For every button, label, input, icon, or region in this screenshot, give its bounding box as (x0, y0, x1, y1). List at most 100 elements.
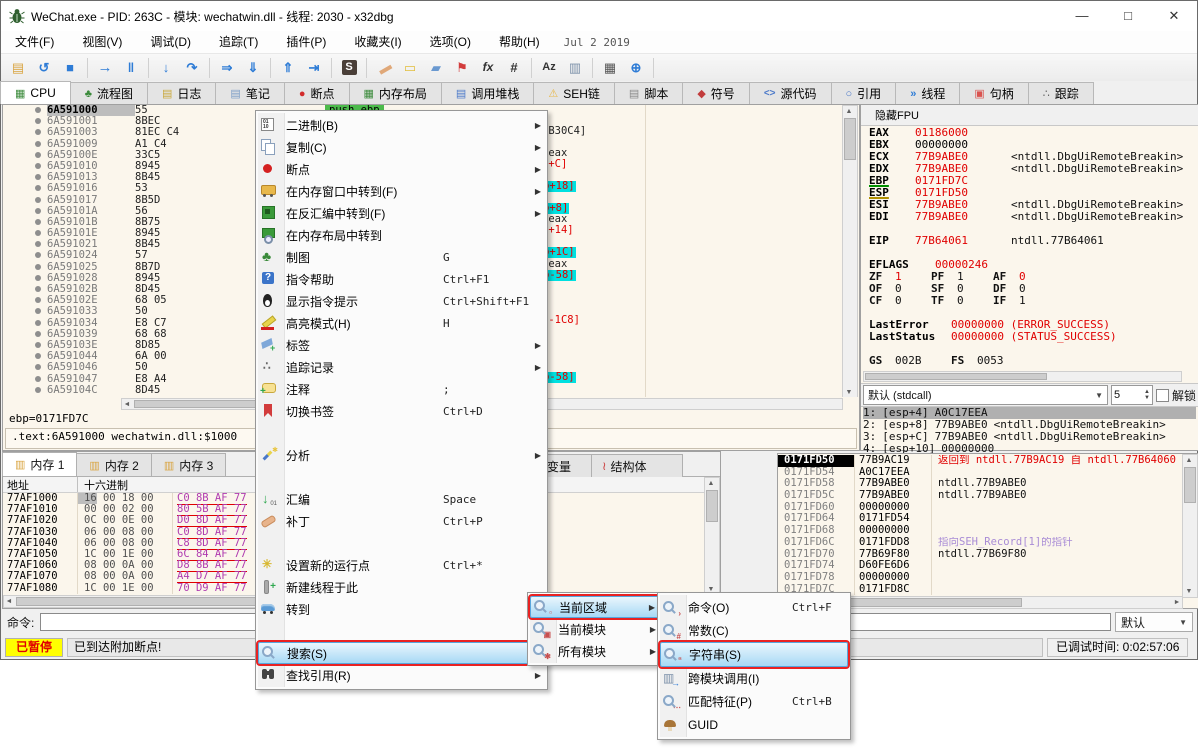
search-command[interactable]: › 命令(O) Ctrl+F (660, 596, 848, 619)
breakpoint-dot[interactable] (35, 129, 41, 135)
bookmark-button[interactable]: ⚑ (453, 59, 471, 77)
breakpoint-dot[interactable] (35, 252, 41, 258)
menubar-item[interactable]: 选项(O) (416, 31, 485, 53)
minimize-button[interactable]: — (1059, 1, 1105, 31)
command-script-select[interactable]: 默认 ▼ (1115, 612, 1193, 632)
tab-memory-map[interactable]: ▦ 内存布局 (349, 82, 442, 104)
menu-follow-in-dump[interactable]: 在内存窗口中转到(F) ▶ (258, 180, 545, 202)
menu-trace-record[interactable]: 追踪记录 ▶ (258, 356, 545, 378)
argument-count-spinner[interactable]: 5 ▲▼ (1111, 385, 1153, 405)
dump-tab-struct[interactable]: ≀ 结构体 (591, 454, 683, 477)
tab-call-stack[interactable]: ▤ 调用堆栈 (441, 82, 534, 104)
checkbox-box[interactable] (1156, 389, 1169, 402)
menubar-item[interactable]: 追踪(T) (205, 31, 272, 53)
stack-row[interactable]: 0171FD74 D60FE6D6 (778, 560, 1183, 572)
tab-script[interactable]: ▤ 脚本 (614, 82, 683, 104)
dump-tab-memory-1[interactable]: ▥ 内存 1 (2, 452, 77, 476)
register-line[interactable]: LastStatus00000000 (STATUS_SUCCESS) (869, 331, 1194, 343)
menu-search[interactable]: 搜索(S) ▶ (258, 642, 545, 664)
breakpoint-dot[interactable] (35, 308, 41, 314)
register-line[interactable]: EDI77B9ABE0<ntdll.DbgUiRemoteBreakin> (869, 211, 1194, 223)
step-out-button[interactable]: ⇓ (244, 59, 262, 77)
breakpoint-dot[interactable] (35, 197, 41, 203)
menu-follow-in-memory-map[interactable]: 在内存布局中转到 (258, 224, 545, 246)
search-intermodular-calls[interactable]: 跨模块调用(I) (660, 667, 848, 690)
breakpoint-dot[interactable] (35, 174, 41, 180)
title-bar[interactable]: WeChat.exe - PID: 263C - 模块: wechatwin.d… (1, 1, 1197, 31)
spinner-arrows-icon[interactable]: ▲▼ (1144, 389, 1150, 401)
menu-patches[interactable]: 补丁 Ctrl+P (258, 510, 545, 532)
tab-cpu[interactable]: ▦ CPU (0, 81, 71, 104)
step-over-button[interactable]: ↷ (183, 59, 201, 77)
register-line[interactable]: CF0TF0IF1 (869, 295, 1194, 307)
breakpoint-dot[interactable] (35, 185, 41, 191)
menu-toggle-bookmark[interactable]: 切换书签 Ctrl+D (258, 400, 545, 422)
dump-tab-memory-3[interactable]: ▥ 内存 3 (151, 453, 226, 476)
breakpoint-dot[interactable] (35, 152, 41, 158)
menu-comment[interactable]: 注释 ; (258, 378, 545, 400)
run-button[interactable]: → (96, 59, 114, 77)
search-pattern[interactable]: ⋯ 匹配特征(P) Ctrl+B (660, 690, 848, 713)
stack-row[interactable]: 0171FD70 77B69F80 ntdll.77B69F80 (778, 549, 1183, 561)
scroll-up-arrow[interactable]: ▲ (1184, 456, 1194, 465)
scroll-left-arrow[interactable]: ◄ (122, 400, 132, 409)
register-line[interactable]: EIP77B64061ntdll.77B64061 (869, 235, 1194, 247)
stack-row[interactable]: 0171FD60 00000000 (778, 502, 1183, 514)
breakpoint-dot[interactable] (35, 219, 41, 225)
register-line[interactable] (869, 247, 1194, 259)
tab-symbols[interactable]: ◆ 符号 (682, 82, 749, 104)
attach-button[interactable]: ⇥ (305, 59, 323, 77)
disasm-vertical-scrollbar[interactable]: ▲ ▼ (842, 105, 858, 397)
maximize-button[interactable]: □ (1105, 1, 1151, 31)
menu-label[interactable]: 标签 ▶ (258, 334, 545, 356)
execute-till-return-button[interactable]: ⇑ (279, 59, 297, 77)
scroll-down-arrow[interactable]: ▼ (844, 388, 854, 397)
menu-help-on-mnemonic[interactable]: 指令帮助 Ctrl+F1 (258, 268, 545, 290)
open-file-button[interactable]: ▤ (9, 59, 27, 77)
breakpoint-dot[interactable] (35, 264, 41, 270)
scroll-up-arrow[interactable]: ▲ (706, 479, 716, 488)
register-line[interactable]: EFLAGS00000246 (869, 259, 1194, 271)
stack-row[interactable]: 0171FD6C 0171FDD8 指向SEH_Record[1]的指针 (778, 537, 1183, 549)
scroll-up-arrow[interactable]: ▲ (844, 107, 854, 116)
menubar-item[interactable]: 文件(F) (1, 31, 68, 53)
menu-graph[interactable]: 制图 G (258, 246, 545, 268)
menu-set-new-origin[interactable]: 设置新的运行点 Ctrl+* (258, 554, 545, 576)
breakpoint-dot[interactable] (35, 297, 41, 303)
menu-create-new-thread[interactable]: 新建线程于此 (258, 576, 545, 598)
globe-button[interactable]: ⊕ (627, 59, 645, 77)
search-strings[interactable]: “ 字符串(S) (660, 642, 848, 667)
tab-seh[interactable]: ⚠ SEH链 (533, 82, 615, 104)
menu-highlighting-mode[interactable]: 高亮模式(H) H (258, 312, 545, 334)
register-line[interactable]: GS002BFS0053 (869, 355, 1194, 367)
scroll-right-arrow[interactable]: ► (1172, 598, 1182, 607)
menubar-item[interactable]: 插件(P) (272, 31, 340, 53)
label-button[interactable]: ▰ (427, 59, 445, 77)
hide-fpu-button[interactable]: 隐藏FPU (861, 105, 1198, 126)
menu-show-mnemonic-brief[interactable]: 显示指令提示 Ctrl+Shift+F1 (258, 290, 545, 312)
menubar-item[interactable]: 帮助(H) (485, 31, 554, 53)
breakpoint-dot[interactable] (35, 107, 41, 113)
stop-button[interactable]: ■ (61, 59, 79, 77)
stack-row[interactable]: 0171FD54 A0C17EEA (778, 467, 1183, 479)
menu-assemble[interactable]: 汇编 Space (258, 488, 545, 510)
fx-button[interactable]: fx (479, 59, 497, 77)
patch-button[interactable]: ▬ (375, 59, 393, 77)
restart-button[interactable]: ↺ (35, 59, 53, 77)
submenu-current-region[interactable]: ▫ 当前区域 ▶ (530, 596, 660, 618)
stack-row[interactable]: 0171FD68 00000000 (778, 525, 1183, 537)
menu-find-references[interactable]: 查找引用(R) ▶ (258, 664, 545, 686)
step-into-button[interactable]: ↓ (157, 59, 175, 77)
breakpoint-dot[interactable] (35, 342, 41, 348)
tab-references[interactable]: ○ 引用 (831, 82, 897, 104)
breakpoint-dot[interactable] (35, 387, 41, 393)
breakpoint-dot[interactable] (35, 141, 41, 147)
hash-button[interactable]: # (505, 59, 523, 77)
pause-button[interactable]: ‖ (122, 59, 140, 77)
stack-row[interactable]: 0171FD58 77B9ABE0 ntdll.77B9ABE0 (778, 478, 1183, 490)
menu-breakpoint[interactable]: 断点 ▶ (258, 158, 545, 180)
stack-panel[interactable]: 0171FD50 77B9AC19 返回到 ntdll.77B9AC19 自 n… (777, 453, 1198, 609)
breakpoint-dot[interactable] (35, 286, 41, 292)
menu-goto[interactable]: 转到 ▶ (258, 598, 545, 620)
menu-binary[interactable]: 二进制(B) ▶ (258, 114, 545, 136)
